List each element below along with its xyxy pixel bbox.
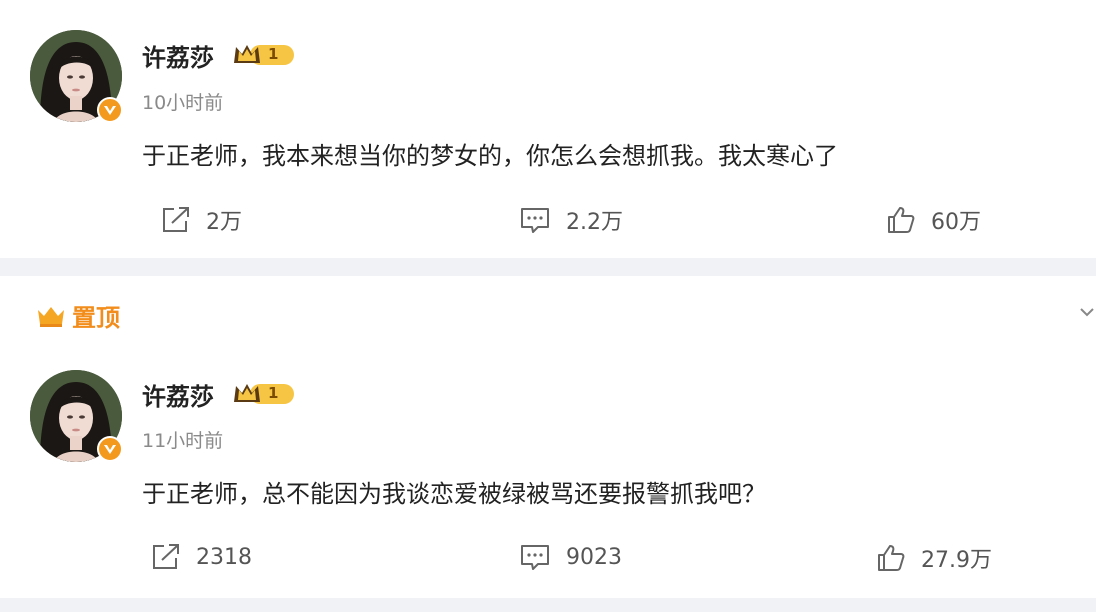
post-time[interactable]: 10小时前 bbox=[142, 88, 223, 115]
post-time[interactable]: 11小时前 bbox=[142, 426, 223, 453]
repost-button[interactable]: 2318 bbox=[150, 542, 252, 572]
post-text: 于正老师，总不能因为我谈恋爱被绿被骂还要报警抓我吧？ bbox=[142, 480, 766, 508]
pinned-text: 置顶 bbox=[72, 304, 120, 332]
like-count: 27.9万 bbox=[921, 548, 992, 573]
author-name[interactable]: 许荔莎 bbox=[142, 377, 214, 412]
verified-icon bbox=[97, 436, 123, 462]
comment-count: 9023 bbox=[566, 544, 622, 570]
comment-icon bbox=[521, 545, 549, 570]
repost-icon bbox=[153, 544, 179, 569]
post-card: 许荔莎 1 10小时前 于正老师，我本来想当你的梦女的，你怎么会想抓我。我太寒心… bbox=[0, 0, 1096, 258]
comment-icon bbox=[521, 208, 549, 233]
like-icon bbox=[878, 545, 905, 571]
post-text: 于正老师，我本来想当你的梦女的，你怎么会想抓我。我太寒心了 bbox=[142, 142, 838, 170]
crown-level-icon[interactable]: 1 bbox=[232, 380, 296, 408]
chevron-down-icon bbox=[1080, 308, 1094, 317]
repost-count: 2318 bbox=[196, 544, 252, 570]
level-number: 1 bbox=[268, 45, 279, 63]
repost-button[interactable]: 2万 bbox=[160, 204, 242, 236]
comment-count: 2.2万 bbox=[566, 210, 623, 235]
repost-count: 2万 bbox=[206, 210, 242, 235]
pinned-label: 置顶 bbox=[36, 298, 120, 333]
level-number: 1 bbox=[268, 384, 279, 402]
crown-level-icon[interactable]: 1 bbox=[232, 41, 296, 69]
pin-crown-icon bbox=[38, 306, 64, 327]
comment-button[interactable]: 9023 bbox=[518, 542, 622, 572]
like-icon bbox=[888, 207, 915, 233]
more-options-button[interactable] bbox=[1080, 302, 1094, 321]
like-count: 60万 bbox=[931, 210, 981, 235]
comment-button[interactable]: 2.2万 bbox=[518, 204, 623, 236]
pinned-post-card: 置顶 许荔莎 1 11小时前 于正老师，总不能因为我谈恋爱被绿被骂还要报警抓我吧… bbox=[0, 276, 1096, 598]
like-button[interactable]: 60万 bbox=[885, 204, 981, 236]
like-button[interactable]: 27.9万 bbox=[875, 542, 992, 574]
repost-icon bbox=[163, 207, 189, 232]
verified-icon bbox=[97, 97, 123, 123]
author-name[interactable]: 许荔莎 bbox=[142, 38, 214, 73]
